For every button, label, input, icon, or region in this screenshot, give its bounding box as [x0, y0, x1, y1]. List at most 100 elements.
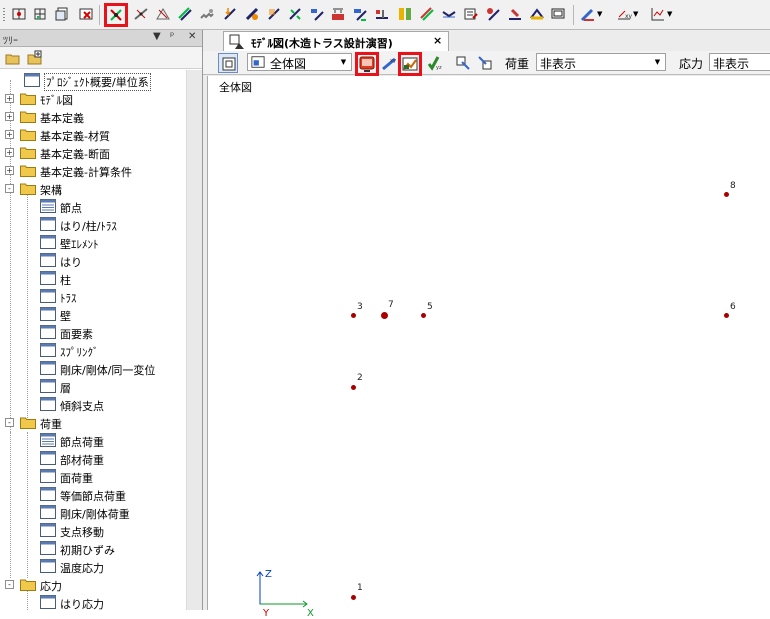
collapse-icon[interactable]: -	[5, 580, 14, 589]
node-point[interactable]	[351, 595, 356, 600]
grid-icon[interactable]	[30, 4, 50, 24]
member-check-icon[interactable]	[395, 4, 415, 24]
view-icon[interactable]	[483, 4, 503, 24]
tree-item[interactable]: ﾄﾗｽ	[0, 288, 186, 306]
tree-item[interactable]: 柱	[0, 270, 186, 288]
support-move-icon[interactable]	[307, 4, 327, 24]
tree-scrollbar[interactable]	[186, 70, 202, 610]
fit-view-button[interactable]	[218, 53, 238, 73]
pin-icon[interactable]: ᵖ	[170, 31, 174, 42]
tree-item[interactable]: 傾斜支点	[0, 396, 186, 414]
load-icon[interactable]	[220, 4, 240, 24]
node-point[interactable]	[421, 313, 426, 318]
truss-icon[interactable]	[153, 4, 173, 24]
stress-combo[interactable]: 非表示	[709, 53, 770, 71]
chart-dropdown[interactable]: ▼	[650, 4, 676, 24]
section-icon[interactable]	[350, 4, 370, 24]
collapse-icon[interactable]: -	[5, 418, 14, 427]
tree-folder-item[interactable]: + 基本定義-材質	[0, 126, 186, 144]
zoom-out-button[interactable]	[475, 53, 495, 73]
sheet-icon	[40, 451, 56, 465]
distributed-load-icon[interactable]	[264, 4, 284, 24]
panel-icon[interactable]	[548, 4, 568, 24]
tree-folder-item[interactable]: + 基本定義-断面	[0, 144, 186, 162]
grid-view-icon[interactable]	[52, 4, 72, 24]
node-point[interactable]	[351, 313, 356, 318]
node-select-icon[interactable]	[104, 3, 128, 27]
tree-item[interactable]: 面要素	[0, 324, 186, 342]
node-point[interactable]	[724, 192, 729, 197]
node-point[interactable]	[351, 385, 356, 390]
stress-view-button[interactable]: xy	[379, 53, 399, 73]
tree-view[interactable]: ﾌﾟﾛｼﾞｪｸﾄ概要/単位系 + ﾓﾃﾞﾙ図 + 基本定義 + 基本定義-材質 + 基本定義-断…	[0, 70, 186, 610]
tree-item[interactable]: はり	[0, 252, 186, 270]
delete-grid-icon[interactable]	[76, 4, 96, 24]
expand-icon[interactable]: +	[5, 166, 14, 175]
chevron-down-icon[interactable]: ▼	[651, 55, 664, 69]
folder-open-icon[interactable]	[5, 50, 21, 66]
folder-icon	[20, 579, 36, 591]
tree-item[interactable]: 層	[0, 378, 186, 396]
tree-item[interactable]: 支点移動	[0, 522, 186, 540]
brace-icon[interactable]	[372, 4, 392, 24]
expand-icon[interactable]: +	[5, 112, 14, 121]
load-combo[interactable]: 非表示 ▼	[536, 53, 666, 71]
settlement-icon[interactable]	[328, 4, 348, 24]
tree-item[interactable]: 壁ｴﾚﾒﾝﾄ	[0, 234, 186, 252]
chevron-down-icon[interactable]: ▼	[337, 55, 350, 69]
toolbar-grip[interactable]	[3, 8, 5, 22]
expand-icon[interactable]: +	[5, 148, 14, 157]
model-canvas[interactable]: 全体図 1 2 3 5 6 7 8 Z X Y	[207, 76, 770, 619]
moment-icon[interactable]	[285, 4, 305, 24]
view-combo[interactable]: 全体図 ▼	[247, 53, 352, 71]
expand-icon[interactable]: +	[5, 94, 14, 103]
spring-icon[interactable]	[197, 4, 217, 24]
tree-item[interactable]: 壁	[0, 306, 186, 324]
tree-folder-item[interactable]: - 架構	[0, 180, 186, 198]
tree-item[interactable]: はり応力	[0, 594, 186, 610]
tree-item[interactable]: 剛床/剛体荷重	[0, 504, 186, 522]
zoom-in-button[interactable]	[453, 53, 473, 73]
tree-item-label: 節点	[60, 202, 82, 215]
tree-folder-item[interactable]: + 基本定義-計算条件	[0, 162, 186, 180]
tree-item[interactable]: 節点荷重	[0, 432, 186, 450]
close-icon[interactable]: ✕	[188, 31, 196, 42]
graph-view-button[interactable]	[398, 52, 422, 76]
support-icon[interactable]	[175, 4, 195, 24]
tree-item-label: ｽﾌﾟﾘﾝｸﾞ	[60, 346, 99, 359]
collapse-icon[interactable]: -	[5, 184, 14, 193]
tree-item[interactable]: 等価節点荷重	[0, 486, 186, 504]
floor-icon[interactable]	[505, 4, 525, 24]
tree-item[interactable]: 初期ひずみ	[0, 540, 186, 558]
tree-item[interactable]: 温度応力	[0, 558, 186, 576]
paint-dropdown[interactable]: ▼	[580, 4, 606, 24]
tree-item[interactable]: 剛床/剛体/同一変位	[0, 360, 186, 378]
tab-model-view[interactable]: ﾓﾃﾞﾙ図(木造トラス設計演習) ×	[223, 31, 449, 51]
surface-icon[interactable]	[461, 4, 481, 24]
wall-icon[interactable]	[527, 4, 547, 24]
beam-icon[interactable]	[131, 4, 151, 24]
tree-folder-item[interactable]: + ﾓﾃﾞﾙ図	[0, 90, 186, 108]
member-load-icon[interactable]	[242, 4, 262, 24]
tree-item[interactable]: はり/柱/ﾄﾗｽ	[0, 216, 186, 234]
connection-icon[interactable]	[439, 4, 459, 24]
tree-folder-item[interactable]: - 応力	[0, 576, 186, 594]
tree-item[interactable]: 部材荷重	[0, 450, 186, 468]
node-point[interactable]	[724, 313, 729, 318]
tree-folder-item[interactable]: + 基本定義	[0, 108, 186, 126]
tree-item[interactable]: 節点	[0, 198, 186, 216]
node-point[interactable]	[381, 312, 388, 319]
tree-item[interactable]: 面荷重	[0, 468, 186, 486]
display-settings-button[interactable]	[355, 52, 379, 76]
measure-dropdown[interactable]: xy ▼	[616, 4, 642, 24]
dropdown-icon[interactable]: ▼	[153, 31, 161, 42]
check-view-button[interactable]: yz	[425, 53, 445, 73]
node-frame-icon[interactable]	[9, 4, 29, 24]
tree-item[interactable]: ｽﾌﾟﾘﾝｸﾞ	[0, 342, 186, 360]
folder-add-icon[interactable]	[27, 50, 43, 66]
tab-close-icon[interactable]: ×	[433, 34, 442, 47]
tree-folder-item[interactable]: - 荷重	[0, 414, 186, 432]
plate-icon[interactable]	[417, 4, 437, 24]
tree-item[interactable]: ﾌﾟﾛｼﾞｪｸﾄ概要/単位系	[0, 72, 186, 91]
expand-icon[interactable]: +	[5, 130, 14, 139]
